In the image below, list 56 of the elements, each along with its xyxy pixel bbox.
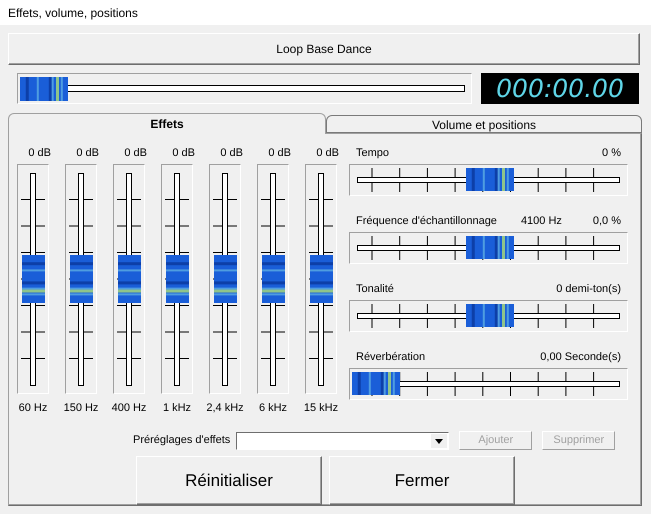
effect-detail: 4100 Hz xyxy=(520,214,562,228)
band-label: 60 Hz xyxy=(18,400,48,416)
gain-reading: 0 dB xyxy=(220,146,243,161)
band-label: 2,4 kHz xyxy=(206,400,244,416)
band-label: 15 kHz xyxy=(304,400,338,416)
track-button[interactable]: Loop Base Dance xyxy=(8,33,640,65)
horizontal-slider[interactable] xyxy=(349,164,628,196)
gain-reading: 0 dB xyxy=(172,146,195,161)
band-label: 150 Hz xyxy=(64,400,98,416)
band-label: 6 kHz xyxy=(258,400,288,416)
vertical-slider[interactable] xyxy=(65,164,97,394)
effect-reading: 0 % xyxy=(602,146,621,160)
horizontal-slider[interactable] xyxy=(349,368,628,400)
effect-label: Tonalité xyxy=(356,282,394,296)
slider-thumb[interactable] xyxy=(310,254,333,302)
gain-reading: 0 dB xyxy=(76,146,99,161)
position-slider[interactable] xyxy=(17,73,472,104)
vertical-slider[interactable] xyxy=(17,164,49,394)
effect-reading: 0,00 Seconde(s) xyxy=(540,350,621,364)
slider-thumb[interactable] xyxy=(214,254,237,302)
slider-thumb[interactable] xyxy=(70,254,93,302)
presets-dropdown[interactable] xyxy=(236,432,450,450)
effect-label: Tempo xyxy=(356,146,390,160)
slider-thumb[interactable] xyxy=(166,254,189,302)
gain-reading: 0 dB xyxy=(124,146,147,161)
slider-thumb[interactable] xyxy=(352,372,400,395)
vertical-slider[interactable] xyxy=(257,164,289,394)
gain-reading: 0 dB xyxy=(316,146,339,161)
tab[interactable]: Effets xyxy=(8,113,326,134)
vertical-slider[interactable] xyxy=(113,164,145,394)
presets-label: Préréglages d'effets xyxy=(133,433,230,448)
slider-thumb[interactable] xyxy=(466,236,514,259)
slider-thumb[interactable] xyxy=(118,254,141,302)
slider-thumb[interactable] xyxy=(262,254,285,302)
vertical-slider[interactable] xyxy=(209,164,241,394)
gain-reading: 0 dB xyxy=(268,146,291,161)
gain-reading: 0 dB xyxy=(28,146,51,161)
vertical-slider[interactable] xyxy=(305,164,337,394)
vertical-slider[interactable] xyxy=(161,164,193,394)
effect-label: Réverbération xyxy=(356,350,426,364)
band-label: 400 Hz xyxy=(112,400,146,416)
horizontal-slider[interactable] xyxy=(349,232,628,264)
effect-reading: 0,0 % xyxy=(592,214,621,228)
effect-reading: 0 demi-ton(s) xyxy=(556,282,621,296)
effect-label: Fréquence d'échantillonnage xyxy=(356,214,497,228)
window-title: Effets, volume, positions xyxy=(8,4,138,22)
slider-thumb[interactable] xyxy=(466,168,514,191)
tab[interactable]: Volume et positions xyxy=(326,115,642,133)
band-label: 1 kHz xyxy=(162,400,192,416)
time-display: 000:00.00 xyxy=(481,73,639,104)
slider-thumb[interactable] xyxy=(466,304,514,327)
horizontal-slider[interactable] xyxy=(349,300,628,332)
action-button[interactable]: Fermer xyxy=(329,456,515,505)
slider-thumb[interactable] xyxy=(20,77,68,101)
action-button[interactable]: Réinitialiser xyxy=(136,456,322,505)
slider-thumb[interactable] xyxy=(22,254,45,302)
